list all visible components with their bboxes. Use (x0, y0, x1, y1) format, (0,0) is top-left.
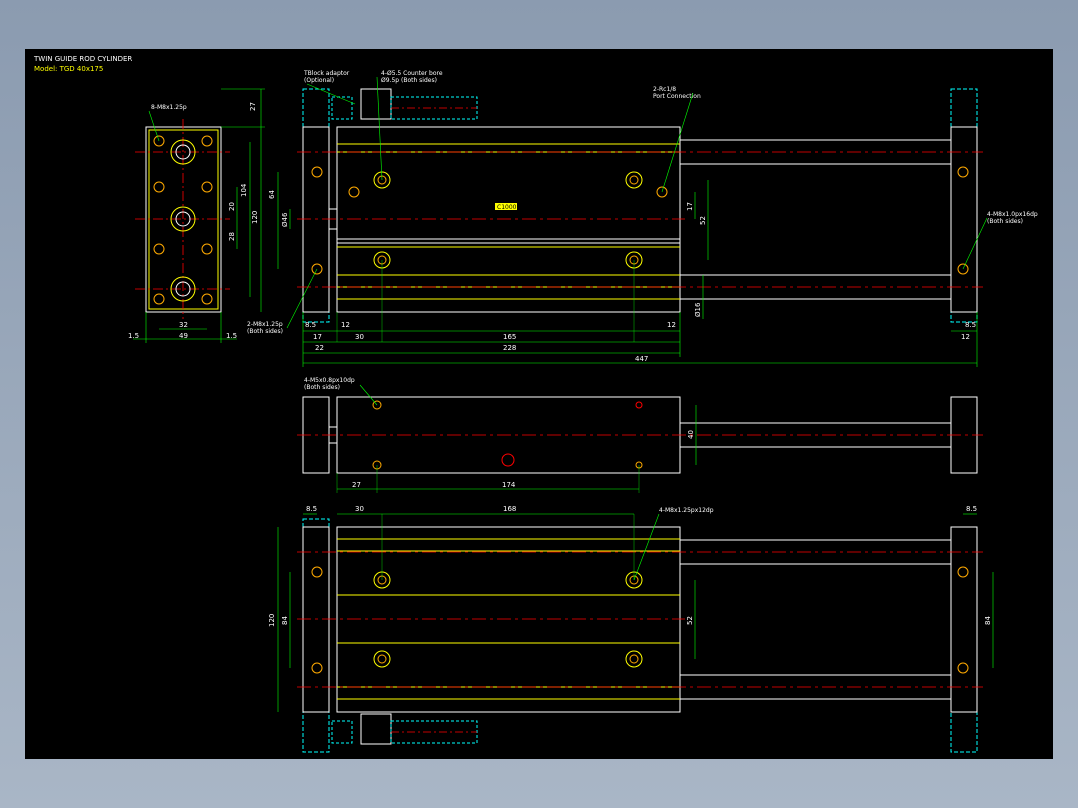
drawing-canvas[interactable]: TWIN GUIDE ROD CYLINDER Model: TGD 40x17… (25, 49, 1053, 759)
front-dim-12-end: 12 (961, 333, 970, 341)
end-dim-1-5-left: 1.5 (128, 332, 139, 340)
port-note: 2-Rc1/8 (653, 86, 676, 93)
front-dim-165: 165 (503, 333, 516, 341)
top-dim-174: 174 (502, 481, 516, 489)
tblock-note-sub: (Optional) (304, 77, 334, 84)
side-taps-note: 2-M8x1.25p (247, 321, 283, 328)
top-dim-40: 40 (687, 430, 695, 439)
bottom-dim-52: 52 (686, 616, 694, 625)
bottom-taps-note: 4-M8x1.25px12dp (659, 507, 714, 514)
counter-bore-sub: Ø9.5p (Both sides) (381, 77, 437, 84)
bottom-dim-8-5-right: 8.5 (966, 505, 977, 513)
bottom-dim-84: 84 (281, 616, 289, 625)
top-taps-sub: (Both sides) (304, 384, 340, 391)
front-dim-30: 30 (355, 333, 364, 341)
top-dim-27: 27 (352, 481, 361, 489)
front-dim-46: Ø46 (281, 212, 289, 227)
tblock-note: TBlock adaptor (303, 70, 350, 77)
end-dim-28: 28 (228, 232, 236, 241)
front-dim-16: Ø16 (694, 302, 702, 317)
port-note-sub: Port Connection (653, 93, 701, 100)
front-dim-17: 17 (686, 202, 694, 211)
front-view (277, 88, 983, 367)
bottom-dim-84-right: 84 (984, 616, 992, 625)
counter-bore-note: 4-Ø5.5 Counter bore (381, 70, 443, 77)
top-taps-note: 4-M5x0.8px10dp (304, 377, 355, 384)
front-dim-228: 228 (503, 344, 516, 352)
end-dim-27: 27 (249, 102, 257, 111)
end-view (133, 88, 265, 343)
end-dim-120: 120 (251, 211, 259, 224)
end-dim-49: 49 (179, 332, 188, 340)
guide-taps-sub: (Both sides) (987, 218, 1023, 225)
front-dim-17-bottom: 17 (313, 333, 322, 341)
front-dim-8-5-right: 8.5 (965, 321, 976, 329)
bottom-view (277, 513, 994, 753)
end-dim-104: 104 (240, 183, 248, 197)
cad-viewport[interactable]: TWIN GUIDE ROD CYLINDER Model: TGD 40x17… (25, 49, 1053, 759)
end-holes-note: 8-M8x1.25p (151, 104, 187, 111)
guide-taps-note: 4-M8x1.0px16dp (987, 211, 1038, 218)
end-dim-20: 20 (228, 202, 236, 211)
bottom-dim-168: 168 (503, 505, 516, 513)
front-dim-52: 52 (699, 216, 707, 225)
front-dim-64: 64 (268, 190, 276, 199)
front-dim-12-left: 12 (341, 321, 350, 329)
side-taps-sub: (Both sides) (247, 328, 283, 335)
bottom-dim-8-5-left: 8.5 (306, 505, 317, 513)
front-dim-447: 447 (635, 355, 648, 363)
front-dim-8-5: 8.5 (305, 321, 316, 329)
drawing-model: Model: TGD 40x175 (34, 65, 103, 73)
front-dim-12-right: 12 (667, 321, 676, 329)
end-dim-32: 32 (179, 321, 188, 329)
drawing-title: TWIN GUIDE ROD CYLINDER (33, 55, 132, 63)
model-badge: C1000 (497, 204, 517, 211)
front-dim-22: 22 (315, 344, 324, 352)
top-view (297, 396, 983, 493)
end-dim-1-5-right: 1.5 (226, 332, 237, 340)
bottom-dim-30: 30 (355, 505, 364, 513)
bottom-dim-120: 120 (268, 614, 276, 627)
